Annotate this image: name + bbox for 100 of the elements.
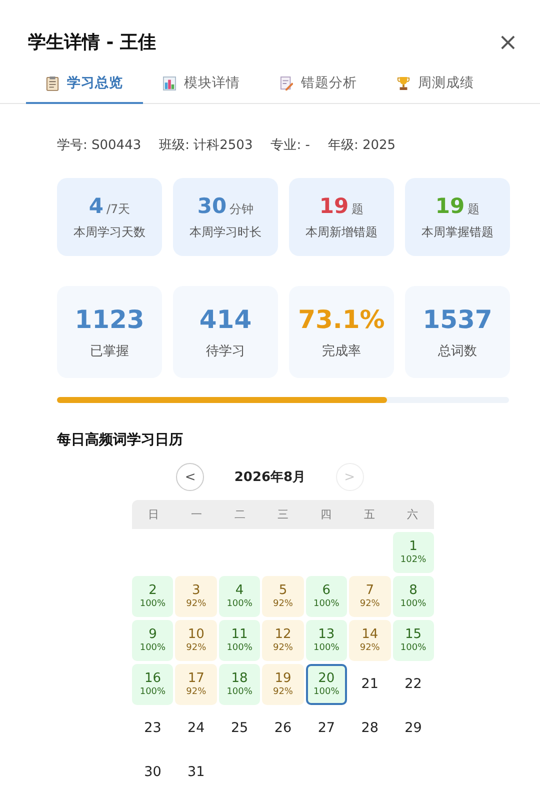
day-percent: 100% [226, 598, 252, 609]
day-percent: 100% [314, 642, 340, 653]
calendar-day[interactable]: 18 100% [218, 664, 260, 705]
weekday-label: 三 [276, 507, 290, 522]
document-pencil-icon [280, 76, 293, 90]
day-percent: 92% [360, 642, 380, 653]
calendar-day[interactable]: 7 92% [349, 576, 391, 617]
calendar-day[interactable]: 22 [392, 664, 434, 705]
tab[interactable]: 模块详情 [143, 74, 260, 104]
calendar-day[interactable]: 6 100% [306, 576, 348, 617]
day-number: 4 [235, 584, 244, 599]
dialog-title: 学生详情 - 王佳 [28, 31, 156, 54]
calendar-day[interactable]: 1 102% [392, 532, 434, 573]
day-number: 18 [231, 672, 248, 687]
day-number: 23 [144, 721, 162, 736]
tab[interactable]: 周测成绩 [377, 74, 494, 104]
previous-month-button[interactable]: < [176, 463, 204, 491]
day-percent: 92% [272, 686, 293, 697]
total-value: 414 [199, 304, 252, 334]
day-number: 14 [362, 628, 378, 643]
calendar-day[interactable]: 14 92% [349, 620, 391, 661]
stat-label: 本周掌握错题 [422, 224, 494, 240]
day-percent: 100% [226, 642, 252, 653]
info-text: 班级: 计科2503 [159, 137, 253, 154]
day-number: 19 [274, 672, 292, 687]
day-number: 21 [361, 677, 378, 692]
calendar-day[interactable]: 4 100% [218, 576, 260, 617]
bar-chart-icon [163, 76, 176, 90]
calendar-day[interactable]: 10 92% [175, 620, 217, 661]
stat-unit: 题 [468, 200, 480, 218]
day-number: 13 [318, 628, 335, 643]
calendar-day[interactable]: 29 [392, 708, 434, 749]
calendar-day[interactable]: 12 92% [262, 620, 304, 661]
day-number: 8 [409, 584, 418, 599]
day-percent: 102% [400, 554, 426, 565]
day-number: 29 [404, 721, 422, 736]
day-number: 12 [274, 628, 292, 643]
total-value: 1123 [74, 304, 144, 334]
day-number: 2 [148, 584, 157, 599]
stat-unit: /7天 [106, 200, 130, 218]
month-label: 2026年8月 [234, 469, 306, 486]
stat-value: 30 [197, 194, 227, 218]
close-button[interactable]: × [498, 30, 518, 54]
weekday-label: 五 [362, 507, 376, 522]
calendar-day[interactable]: 17 92% [175, 664, 217, 705]
calendar-title: 每日高频词学习日历 [56, 430, 184, 449]
calendar-day[interactable]: 30 [132, 752, 174, 793]
calendar-day[interactable]: 15 100% [392, 620, 434, 661]
day-percent: 100% [226, 686, 252, 697]
tab[interactable]: 学习总览 [26, 74, 143, 104]
day-percent: 100% [140, 642, 166, 653]
calendar-day[interactable]: 13 100% [306, 620, 348, 661]
info-text: 学号: S00443 [57, 137, 142, 154]
trophy-icon [397, 76, 410, 90]
total-label: 待学习 [206, 342, 245, 360]
calendar-day[interactable]: 2 100% [132, 576, 174, 617]
day-percent: 100% [314, 686, 340, 697]
day-number: 22 [404, 677, 422, 692]
total-label: 完成率 [322, 342, 361, 360]
stat-value: 19 [435, 194, 465, 218]
calendar-day[interactable]: 31 [175, 752, 217, 793]
day-number: 27 [318, 721, 336, 736]
calendar-day[interactable]: 16 100% [132, 664, 174, 705]
info-text: 专业: - [270, 137, 310, 154]
day-percent: 100% [140, 598, 166, 609]
day-number: 17 [188, 672, 204, 687]
stat-value: 4 [88, 194, 104, 218]
calendar-day[interactable]: 9 100% [132, 620, 174, 661]
weekday-label: 一 [190, 507, 204, 522]
day-percent: 100% [400, 642, 426, 653]
calendar-day[interactable]: 26 [262, 708, 304, 749]
calendar-day[interactable]: 11 100% [218, 620, 260, 661]
calendar-day[interactable]: 23 [132, 708, 174, 749]
info-text: 年级: 2025 [328, 137, 396, 154]
day-number: 25 [230, 721, 248, 736]
calendar-day[interactable]: 27 [306, 708, 348, 749]
weekday-label: 六 [406, 507, 419, 522]
calendar-day[interactable]: 19 92% [262, 664, 304, 705]
day-number: 7 [366, 584, 374, 599]
calendar-day[interactable]: 25 [218, 708, 260, 749]
calendar-day[interactable]: 28 [349, 708, 391, 749]
calendar-day[interactable]: 8 100% [392, 576, 434, 617]
weekday-label: 二 [233, 507, 246, 522]
day-percent: 92% [360, 598, 380, 609]
day-number: 3 [192, 584, 200, 599]
calendar-day[interactable]: 5 92% [262, 576, 304, 617]
total-label: 总词数 [438, 342, 477, 360]
day-number: 15 [405, 628, 422, 643]
calendar-day[interactable]: 21 [349, 664, 391, 705]
clipboard-icon [46, 76, 59, 90]
calendar-day[interactable]: 3 92% [175, 576, 217, 617]
day-number: 5 [278, 584, 288, 599]
stat-unit: 题 [352, 200, 364, 218]
day-percent: 92% [186, 686, 206, 697]
calendar-day[interactable]: 20 100% [306, 664, 348, 705]
tab[interactable]: 错题分析 [260, 74, 377, 104]
day-number: 16 [144, 672, 161, 687]
calendar-day[interactable]: 24 [175, 708, 217, 749]
stat-value: 19 [319, 194, 349, 218]
day-number: 31 [188, 765, 205, 780]
